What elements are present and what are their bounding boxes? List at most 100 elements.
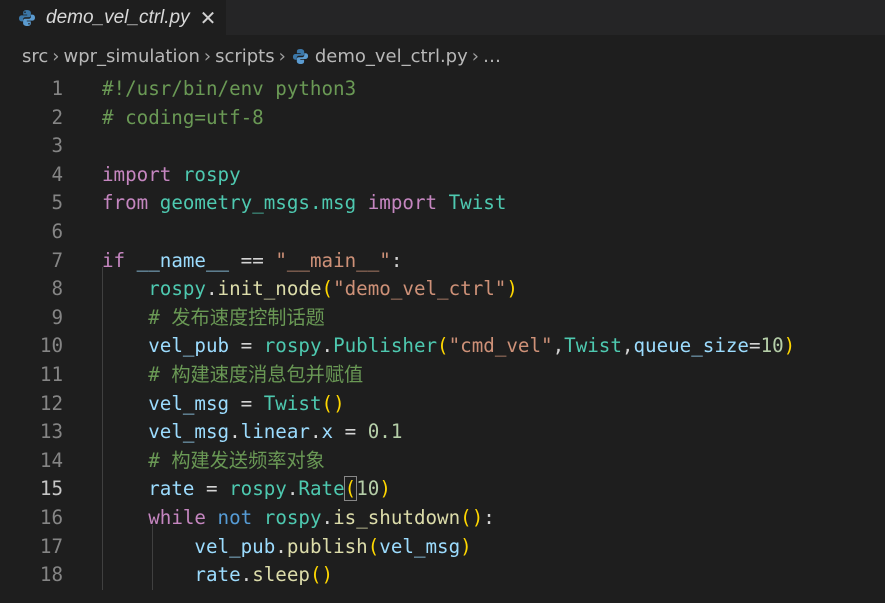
code-token: ) xyxy=(379,477,391,501)
code-token: . xyxy=(229,420,241,444)
code-text: vel_msg = Twist() xyxy=(102,390,345,419)
code-line[interactable]: 9 # 发布速度控制话题 xyxy=(0,304,885,333)
code-token: () xyxy=(309,563,334,587)
code-line[interactable]: 5 from geometry_msgs.msg import Twist xyxy=(0,189,885,218)
code-token: ) xyxy=(783,334,796,358)
breadcrumb-src[interactable]: src xyxy=(22,46,48,67)
code-line[interactable]: 15 rate = rospy.Rate(10) xyxy=(0,475,885,504)
code-token: # 发布速度控制话题 xyxy=(148,305,325,329)
code-token: Twist xyxy=(263,391,322,415)
code-line[interactable]: 14 # 构建发送频率对象 xyxy=(0,447,885,476)
line-number: 1 xyxy=(51,77,63,100)
code-line[interactable]: 3 xyxy=(0,132,885,161)
code-text: vel_pub.publish(vel_msg) xyxy=(102,533,472,562)
python-icon xyxy=(18,9,36,27)
code-token: __name__ xyxy=(136,248,230,272)
line-number: 12 xyxy=(39,391,63,415)
code-token: ) xyxy=(460,534,472,558)
code-token: = xyxy=(749,334,761,358)
code-token: ( xyxy=(367,534,380,558)
code-token: linear xyxy=(240,420,310,444)
code-token: Rate xyxy=(298,477,345,501)
code-token: . xyxy=(309,420,322,444)
code-text: # 发布速度控制话题 xyxy=(102,304,325,333)
line-number: 9 xyxy=(51,305,63,329)
code-line[interactable]: 10 vel_pub = rospy.Publisher("cmd_vel",T… xyxy=(0,332,885,361)
code-token: () xyxy=(460,506,484,529)
code-editor[interactable]: 1 #!/usr/bin/env python3 2 # coding=utf-8 3 4… xyxy=(0,75,885,603)
tab-bar: demo_vel_ctrl.py ✕ xyxy=(0,0,885,35)
code-token: is_shutdown xyxy=(333,506,461,529)
line-number: 4 xyxy=(51,162,63,186)
close-icon[interactable]: ✕ xyxy=(200,8,217,28)
code-line[interactable]: 12 vel_msg = Twist() xyxy=(0,390,885,419)
code-token: . xyxy=(275,534,287,558)
chevron-right-icon: › xyxy=(52,45,60,67)
code-line[interactable]: 4 import rospy xyxy=(0,161,885,190)
code-token: . xyxy=(321,334,334,358)
code-token: # 构建发送频率对象 xyxy=(148,448,325,472)
code-token: . xyxy=(205,277,218,301)
code-text: rospy.init_node("demo_vel_ctrl") xyxy=(102,275,518,304)
breadcrumb-file[interactable]: demo_vel_ctrl.py xyxy=(315,46,468,67)
breadcrumb-scripts[interactable]: scripts xyxy=(215,46,275,67)
code-token: , xyxy=(552,334,565,358)
code-token: import xyxy=(102,162,172,186)
code-token: Publisher xyxy=(333,334,438,358)
code-line[interactable]: 1 #!/usr/bin/env python3 xyxy=(0,75,885,104)
code-line[interactable]: 18 rate.sleep() xyxy=(0,561,885,590)
tab-title: demo_vel_ctrl.py xyxy=(46,6,190,28)
code-token: x xyxy=(321,420,334,444)
code-token: rospy xyxy=(148,277,206,301)
code-token: import xyxy=(367,191,438,215)
line-number: 13 xyxy=(39,420,63,444)
line-number: 15 xyxy=(39,477,63,501)
code-line[interactable]: 7 if __name__ == "__main__": xyxy=(0,247,885,276)
line-number: 10 xyxy=(39,334,63,358)
code-token: : xyxy=(390,248,403,272)
code-token: . xyxy=(240,563,253,587)
code-token: not xyxy=(217,506,253,529)
code-text: rate.sleep() xyxy=(102,561,333,590)
code-token: # 构建速度消息包并赋值 xyxy=(148,363,364,386)
code-line[interactable]: 6 xyxy=(0,218,885,247)
code-line[interactable]: 11 # 构建速度消息包并赋值 xyxy=(0,361,885,390)
code-line[interactable]: 8 rospy.init_node("demo_vel_ctrl") xyxy=(0,275,885,304)
code-token: . xyxy=(321,506,334,529)
code-token: Twist xyxy=(564,334,622,358)
code-token: vel_msg xyxy=(148,420,230,444)
code-token: = xyxy=(229,334,264,358)
code-line[interactable]: 2 # coding=utf-8 xyxy=(0,104,885,133)
code-line[interactable]: 16 while not rospy.is_shutdown(): xyxy=(0,504,885,533)
line-number: 16 xyxy=(39,506,63,529)
line-number: 5 xyxy=(51,191,63,215)
breadcrumb-wpr-simulation[interactable]: wpr_simulation xyxy=(63,46,199,67)
tab-demo-vel-ctrl[interactable]: demo_vel_ctrl.py ✕ xyxy=(0,0,226,35)
code-text: #!/usr/bin/env python3 xyxy=(102,75,356,104)
breadcrumb-symbol-ellipsis[interactable]: … xyxy=(483,46,501,67)
code-token: geometry_msgs.msg xyxy=(159,191,357,215)
code-token: () xyxy=(321,391,345,415)
code-text: if __name__ == "__main__": xyxy=(102,247,402,276)
code-token: #!/usr/bin/env python3 xyxy=(102,77,357,100)
code-text: vel_msg.linear.x = 0.1 xyxy=(102,418,402,447)
code-line[interactable]: 13 vel_msg.linear.x = 0.1 xyxy=(0,418,885,447)
code-line[interactable]: 17 vel_pub.publish(vel_msg) xyxy=(0,533,885,562)
code-text: # 构建发送频率对象 xyxy=(102,447,325,476)
code-text: rate = rospy.Rate(10) xyxy=(102,475,391,504)
breadcrumb: src › wpr_simulation › scripts › demo_ve… xyxy=(0,36,885,76)
code-token: rospy xyxy=(182,162,241,186)
code-token: rate xyxy=(148,477,195,501)
